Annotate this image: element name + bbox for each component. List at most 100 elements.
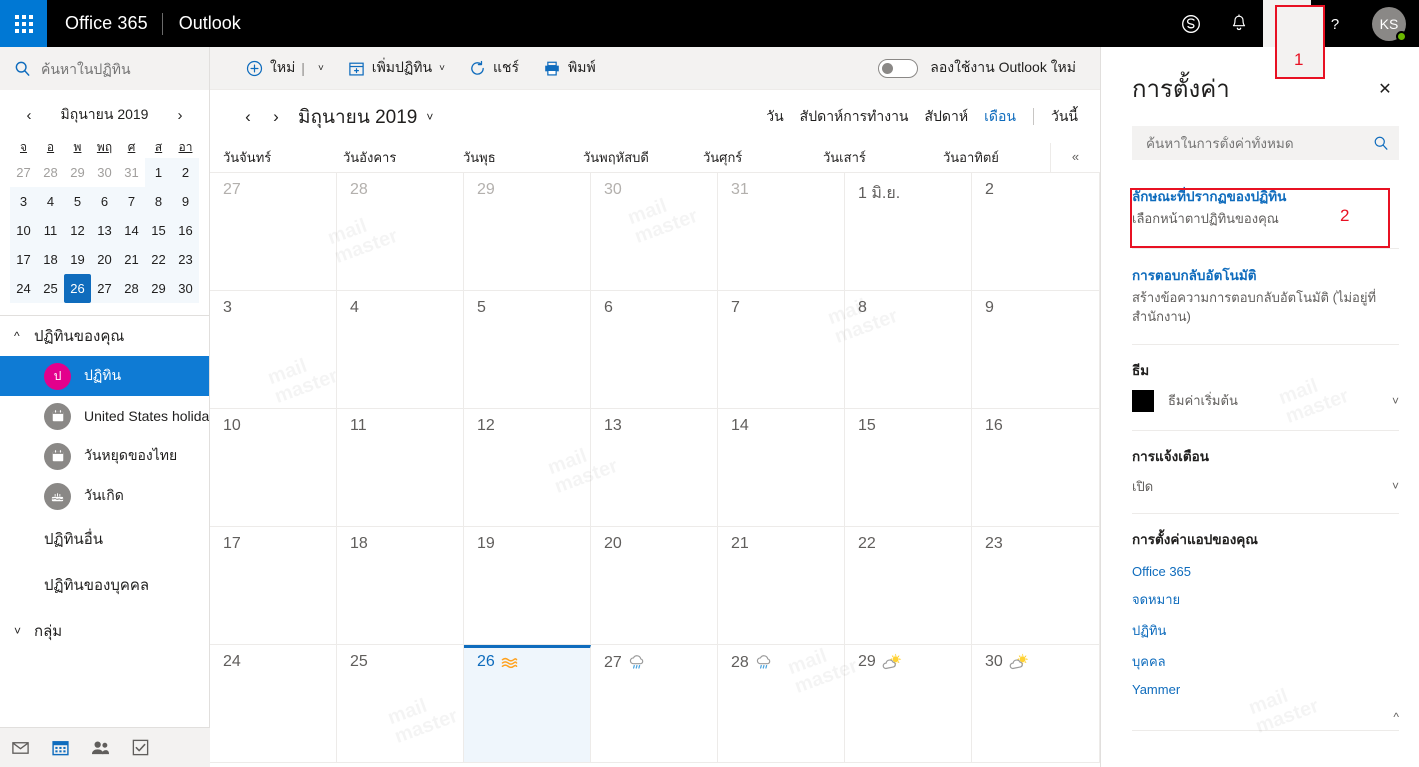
mini-dow-ส[interactable]: ส <box>145 136 172 158</box>
calendar-day-cell[interactable]: 17 <box>210 527 337 644</box>
print-button[interactable]: พิมพ์ <box>531 47 608 90</box>
calendar-day-cell[interactable]: 2 <box>972 173 1099 290</box>
calendar-day-cell[interactable]: 21 <box>718 527 845 644</box>
mini-day-cell[interactable]: 3 <box>10 187 37 216</box>
mini-day-cell[interactable]: 20 <box>91 245 118 274</box>
calendar-day-cell[interactable]: 23 <box>972 527 1099 644</box>
calendar-search-box[interactable] <box>0 47 209 90</box>
calendar-day-cell[interactable]: 29 <box>845 645 972 762</box>
settings-close-button[interactable]: ✕ <box>1371 75 1399 103</box>
mini-day-cell[interactable]: 12 <box>64 216 91 245</box>
mini-day-cell[interactable]: 29 <box>145 274 172 303</box>
mini-day-cell[interactable]: 14 <box>118 216 145 245</box>
mini-day-cell[interactable]: 1 <box>145 158 172 187</box>
sidebar-item-people-calendars[interactable]: ปฏิทินของบุคคล <box>0 562 209 608</box>
calendar-day-cell[interactable]: 19 <box>464 527 591 644</box>
view-button[interactable]: สัปดาห์ <box>917 106 977 128</box>
calendar-day-cell[interactable]: 28 <box>718 645 845 762</box>
notifications-button[interactable] <box>1215 0 1263 47</box>
notifications-selector[interactable]: เปิด ˅ <box>1132 476 1399 497</box>
mini-dow-จ[interactable]: จ <box>10 136 37 158</box>
calendar-day-cell[interactable]: 1 มิ.ย. <box>845 173 972 290</box>
mini-dow-พฤ[interactable]: พฤ <box>91 136 118 158</box>
calendar-day-cell[interactable]: 18 <box>337 527 464 644</box>
view-button[interactable]: วัน <box>758 106 791 128</box>
calendar-day-cell[interactable]: 13 <box>591 409 718 526</box>
calendar-day-cell[interactable]: 10 <box>210 409 337 526</box>
calendar-day-cell[interactable]: 5 <box>464 291 591 408</box>
calendar-list-item[interactable]: วันเกิด <box>0 476 209 516</box>
chevron-down-icon[interactable]: ˅ <box>318 63 324 74</box>
calendar-day-cell[interactable]: 16 <box>972 409 1099 526</box>
calendar-day-cell[interactable]: 24 <box>210 645 337 762</box>
mini-day-cell[interactable]: 25 <box>37 274 64 303</box>
app-settings-link[interactable]: ปฏิทิน <box>1132 615 1399 646</box>
nav-people-button[interactable] <box>80 728 120 767</box>
app-settings-link[interactable]: Yammer <box>1132 677 1399 702</box>
calendar-day-cell[interactable]: 22 <box>845 527 972 644</box>
theme-selector[interactable]: ธีมค่าเริ่มต้น ˅ <box>1132 389 1399 416</box>
calendar-day-cell[interactable]: 12 <box>464 409 591 526</box>
app-settings-link[interactable]: Office 365 <box>1132 559 1399 584</box>
calendar-day-cell[interactable]: 15 <box>845 409 972 526</box>
app-settings-link[interactable]: บุคคล <box>1132 646 1399 677</box>
calendar-day-cell[interactable]: 6 <box>591 291 718 408</box>
try-new-outlook-toggle[interactable] <box>878 58 919 78</box>
calendar-day-cell[interactable]: 4 <box>337 291 464 408</box>
mini-day-cell[interactable]: 22 <box>145 245 172 274</box>
mini-day-cell[interactable]: 28 <box>118 274 145 303</box>
mini-day-cell[interactable]: 6 <box>91 187 118 216</box>
calendar-day-cell[interactable]: 27 <box>591 645 718 762</box>
share-button[interactable]: แชร์ <box>457 47 531 90</box>
settings-search-input[interactable] <box>1146 135 1373 151</box>
calendar-list-item[interactable]: United States holidays <box>0 396 209 436</box>
mini-day-cell[interactable]: 19 <box>64 245 91 274</box>
mini-dow-พ[interactable]: พ <box>64 136 91 158</box>
mini-day-cell[interactable]: 4 <box>37 187 64 216</box>
calendar-day-cell[interactable]: 14 <box>718 409 845 526</box>
mini-day-cell[interactable]: 5 <box>64 187 91 216</box>
mini-day-cell[interactable]: 21 <box>118 245 145 274</box>
new-event-button[interactable]: ใหม่ | ˅ <box>234 47 336 90</box>
calendar-day-cell[interactable]: 29 <box>464 173 591 290</box>
mini-day-cell[interactable]: 23 <box>172 245 199 274</box>
mini-day-cell[interactable]: 30 <box>172 274 199 303</box>
settings-row[interactable]: ลักษณะที่ปรากฏของปฏิทิน เลือกหน้าตาปฏิทิน… <box>1132 174 1399 242</box>
calendar-day-cell[interactable]: 30 <box>591 173 718 290</box>
calendar-period-title[interactable]: มิถุนายน 2019 ˅ <box>298 102 433 132</box>
mini-day-cell[interactable]: 13 <box>91 216 118 245</box>
mini-day-cell[interactable]: 17 <box>10 245 37 274</box>
calendar-list-item[interactable]: วันหยุดของไทย <box>0 436 209 476</box>
sidebar-item-groups[interactable]: ˅ กลุ่ม <box>0 608 209 654</box>
account-avatar-button[interactable]: KS <box>1359 0 1419 47</box>
calendar-day-cell[interactable]: 8 <box>845 291 972 408</box>
mini-day-cell[interactable]: 10 <box>10 216 37 245</box>
mini-day-cell[interactable]: 2 <box>172 158 199 187</box>
nav-mail-button[interactable] <box>0 728 40 767</box>
settings-search-box[interactable] <box>1132 126 1399 160</box>
calendar-day-cell[interactable]: 26 <box>464 645 591 762</box>
calendar-search-input[interactable] <box>41 60 181 77</box>
mini-day-cell[interactable]: 24 <box>10 274 37 303</box>
mini-day-cell[interactable]: 28 <box>37 158 64 187</box>
mini-day-cell[interactable]: 8 <box>145 187 172 216</box>
mini-day-cell[interactable]: 18 <box>37 245 64 274</box>
calendar-day-cell[interactable]: 30 <box>972 645 1099 762</box>
calendar-day-cell[interactable]: 9 <box>972 291 1099 408</box>
calendar-day-cell[interactable]: 11 <box>337 409 464 526</box>
settings-row[interactable]: การตอบกลับอัตโนมัติ สร้างข้อความการตอบกลั… <box>1132 253 1399 340</box>
mini-day-cell[interactable]: 26 <box>64 274 91 303</box>
mini-day-cell[interactable]: 16 <box>172 216 199 245</box>
calendar-day-cell[interactable]: 28 <box>337 173 464 290</box>
collapse-chevrons-icon[interactable]: « <box>1050 143 1100 172</box>
calendar-day-cell[interactable]: 27 <box>210 173 337 290</box>
mini-day-cell[interactable]: 9 <box>172 187 199 216</box>
mini-day-cell[interactable]: 27 <box>91 274 118 303</box>
prev-period-button[interactable]: ‹ <box>234 103 262 131</box>
today-button[interactable]: วันนี้ <box>1043 106 1086 128</box>
mini-day-cell[interactable]: 31 <box>118 158 145 187</box>
collapse-panel-button[interactable]: ^ <box>1132 702 1399 728</box>
calendar-day-cell[interactable]: 3 <box>210 291 337 408</box>
calendar-day-cell[interactable]: 20 <box>591 527 718 644</box>
skype-button[interactable] <box>1167 0 1215 47</box>
